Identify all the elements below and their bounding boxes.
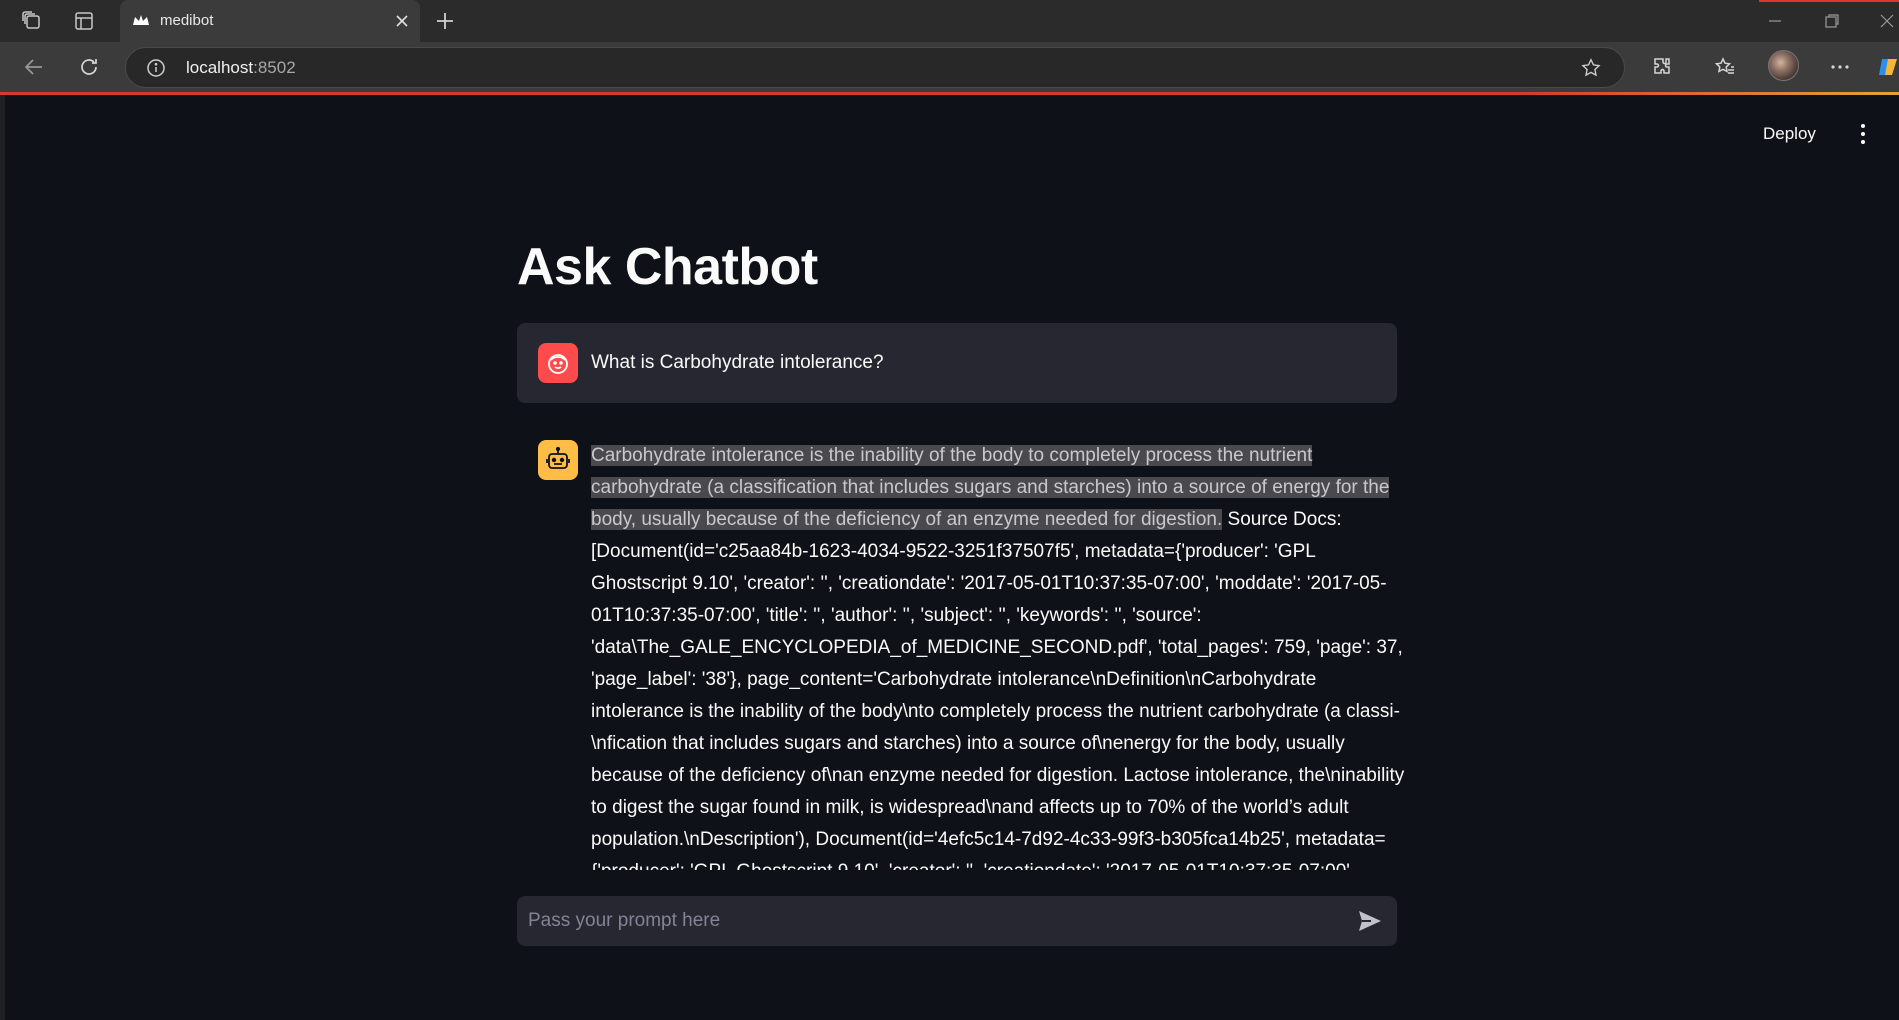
robot-icon <box>538 440 578 480</box>
reload-icon[interactable] <box>77 55 101 79</box>
user-message-text: What is Carbohydrate intolerance? <box>591 352 884 373</box>
prompt-input[interactable] <box>517 896 1337 946</box>
smiling-face-icon <box>538 343 578 383</box>
tab-medibot[interactable]: medibot <box>120 0 420 42</box>
close-tab-icon[interactable] <box>394 13 410 29</box>
favorite-star-icon[interactable] <box>1580 57 1602 79</box>
user-chat-message: What is Carbohydrate intolerance? <box>517 323 1397 403</box>
new-tab-icon[interactable] <box>433 9 457 33</box>
browser-tab-bar: medibot <box>0 0 1899 42</box>
assistant-source-docs: Source Docs: [Document(id='c25aa84b-1623… <box>591 509 1405 870</box>
browser-toolbar: localhost:8502 <box>0 42 1899 92</box>
window-accent-line <box>1759 0 1899 2</box>
address-port: :8502 <box>253 58 296 77</box>
copilot-icon[interactable] <box>1876 55 1899 79</box>
streamlit-crown-icon <box>132 13 150 29</box>
chat-input-box <box>517 896 1397 946</box>
deploy-button[interactable]: Deploy <box>1763 124 1816 144</box>
workspaces-icon[interactable] <box>20 9 44 33</box>
app-viewport: Deploy Ask Chatbot What is Carbohydrate … <box>5 95 1899 1020</box>
more-options-icon[interactable] <box>1828 55 1852 79</box>
app-menu-icon[interactable] <box>1860 124 1866 144</box>
minimize-icon[interactable] <box>1764 10 1786 32</box>
close-window-icon[interactable] <box>1876 10 1898 32</box>
tab-title: medibot <box>160 12 214 29</box>
page-title: Ask Chatbot <box>517 238 818 296</box>
back-arrow-icon[interactable] <box>22 55 46 79</box>
address-bar[interactable]: localhost:8502 <box>125 47 1625 88</box>
assistant-chat-message: Carbohydrate intolerance is the inabilit… <box>517 440 1407 870</box>
paper-plane-icon[interactable] <box>1357 909 1383 933</box>
favorites-icon[interactable] <box>1713 55 1737 79</box>
address-url: localhost:8502 <box>186 58 296 78</box>
site-info-icon[interactable] <box>146 58 166 78</box>
restore-icon[interactable] <box>1821 10 1843 32</box>
address-host: localhost <box>186 58 254 77</box>
profile-avatar[interactable] <box>1768 50 1799 81</box>
assistant-message-text: Carbohydrate intolerance is the inabilit… <box>591 440 1406 870</box>
extensions-icon[interactable] <box>1651 55 1675 79</box>
tab-actions-icon[interactable] <box>72 9 96 33</box>
